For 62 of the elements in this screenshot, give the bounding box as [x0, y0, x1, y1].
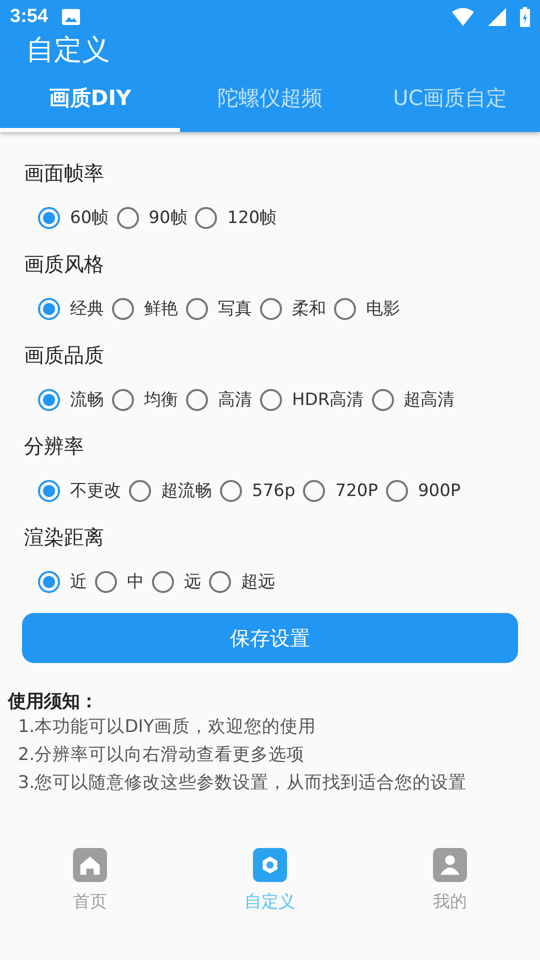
section-title: 分辨率 — [24, 433, 85, 460]
radio-button[interactable] — [38, 480, 60, 502]
radio-label[interactable]: 近 — [70, 570, 87, 593]
radio-button[interactable] — [372, 388, 394, 410]
radio-label[interactable]: 576p — [252, 480, 296, 500]
radio-button[interactable] — [195, 206, 218, 228]
radio-label[interactable]: 120帧 — [227, 206, 277, 229]
radio-button[interactable] — [38, 298, 60, 320]
radio-button[interactable] — [112, 388, 134, 410]
radio-button[interactable] — [112, 298, 134, 320]
note-line: 3.您可以随意修改这些参数设置，从而找到适合您的设置 — [17, 772, 468, 795]
radio-label[interactable]: 经典 — [70, 297, 104, 320]
radio-label[interactable]: 中 — [127, 570, 144, 593]
radio-button[interactable] — [260, 388, 282, 410]
radio-button[interactable] — [209, 570, 231, 592]
radio-label[interactable]: 超远 — [241, 570, 275, 593]
status-time: 3:54 — [10, 6, 48, 28]
radio-label[interactable]: 60帧 — [70, 206, 109, 229]
radio-label[interactable]: 90帧 — [148, 206, 188, 229]
section-title: 画质风格 — [24, 251, 105, 278]
radio-button[interactable] — [334, 298, 356, 320]
radio-label[interactable]: 远 — [184, 570, 201, 593]
custom-icon — [253, 848, 287, 882]
radio-label[interactable]: 鲜艳 — [144, 297, 178, 320]
radio-button[interactable] — [186, 388, 208, 410]
battery-icon — [520, 7, 530, 27]
radio-button[interactable] — [186, 298, 208, 320]
radio-button[interactable] — [260, 298, 282, 320]
profile-icon — [433, 848, 467, 882]
radio-label[interactable]: 超高清 — [404, 388, 455, 411]
radio-button[interactable] — [116, 206, 139, 228]
radio-button[interactable] — [95, 570, 117, 592]
wifi-icon — [452, 8, 474, 26]
image-icon — [62, 9, 80, 25]
radio-button[interactable] — [303, 480, 326, 502]
radio-button[interactable] — [38, 570, 60, 592]
radio-label[interactable]: 不更改 — [70, 479, 121, 502]
section-title: 画质品质 — [24, 342, 105, 369]
radio-button[interactable] — [38, 206, 60, 228]
radio-label[interactable]: 电影 — [366, 297, 400, 320]
radio-label[interactable]: 柔和 — [292, 297, 326, 320]
home-icon — [73, 848, 107, 882]
section-title: 画面帧率 — [24, 160, 105, 187]
radio-label[interactable]: 写真 — [218, 297, 252, 320]
radio-button[interactable] — [38, 388, 60, 410]
section-title: 渲染距离 — [24, 524, 105, 551]
radio-label[interactable]: HDR高清 — [292, 388, 364, 411]
radio-label[interactable]: 流畅 — [70, 388, 104, 411]
note-line: 2.分辨率可以向右滑动查看更多选项 — [17, 744, 306, 767]
signal-icon — [488, 8, 506, 26]
radio-label[interactable]: 720P — [335, 480, 378, 500]
radio-label[interactable]: 900P — [418, 480, 461, 500]
radio-button[interactable] — [386, 480, 408, 502]
notes-title: 使用须知： — [6, 690, 99, 713]
radio-button[interactable] — [129, 480, 151, 502]
app-title: 自定义 — [25, 34, 111, 68]
note-line: 1.本功能可以DIY画质，欢迎您的使用 — [17, 716, 318, 739]
radio-button[interactable] — [220, 480, 242, 502]
radio-label[interactable]: 均衡 — [144, 388, 178, 411]
radio-label[interactable]: 高清 — [218, 388, 252, 411]
radio-button[interactable] — [152, 570, 174, 592]
radio-label[interactable]: 超流畅 — [161, 479, 212, 502]
